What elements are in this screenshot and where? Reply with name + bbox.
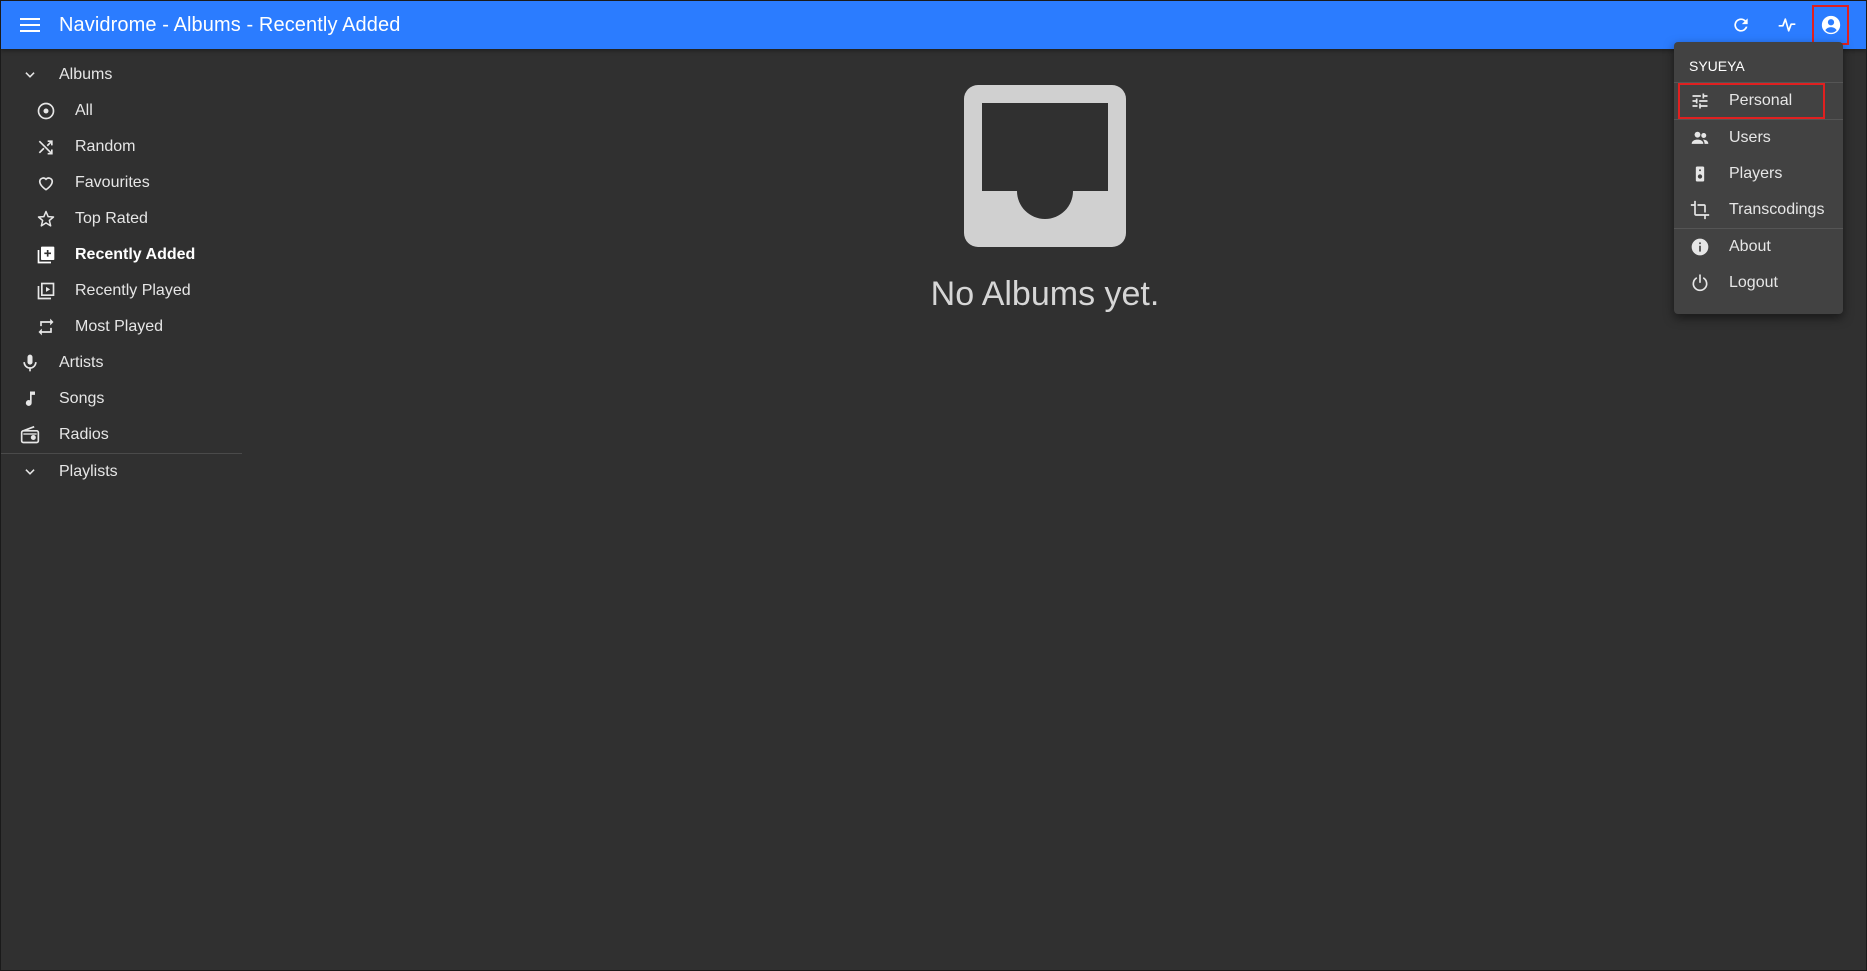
sidebar-item-label: Radios [59, 426, 109, 443]
people-icon [1691, 131, 1709, 144]
page-title: Navidrome - Albums - Recently Added [59, 13, 401, 36]
menu-item-personal[interactable]: Personal [1678, 83, 1825, 119]
repeat-icon [38, 318, 54, 336]
sidebar-item-label: Artists [59, 354, 104, 371]
sidebar-item-label: Top Rated [75, 210, 148, 227]
heart-outline-icon [38, 177, 54, 191]
speaker-icon [1695, 166, 1705, 182]
sidebar-item-radios[interactable]: Radios [1, 417, 242, 453]
sidebar-item-label: Recently Added [75, 246, 196, 263]
sidebar-item-label: Recently Played [75, 282, 191, 299]
crop-icon [1690, 200, 1710, 220]
sidebar-item-songs[interactable]: Songs [1, 381, 242, 417]
radio-icon [20, 425, 40, 444]
app-bar: Navidrome - Albums - Recently Added [1, 1, 1866, 49]
chevron-down-icon [25, 469, 35, 475]
sidebar-section-label: Playlists [59, 463, 118, 480]
sidebar-item-all[interactable]: All [1, 93, 242, 129]
sidebar-item-label: Songs [59, 390, 105, 407]
user-menu: SYUEYA Personal Users Players Transcodin… [1674, 42, 1843, 314]
album-icon [37, 102, 55, 120]
info-icon [1691, 238, 1709, 256]
sidebar-item-recently-played[interactable]: Recently Played [1, 273, 242, 309]
sidebar-item-label: Random [75, 138, 136, 155]
account-button[interactable] [1812, 5, 1849, 45]
activity-icon [1778, 18, 1796, 32]
menu-item-label: Logout [1729, 274, 1778, 291]
sidebar-item-label: All [75, 102, 93, 119]
sidebar: Albums All Random Favourites Top Rated R… [1, 57, 242, 490]
menu-button[interactable] [1, 1, 59, 49]
sidebar-item-label: Most Played [75, 318, 164, 335]
menu-item-players[interactable]: Players [1674, 156, 1843, 192]
sidebar-item-top-rated[interactable]: Top Rated [1, 201, 242, 237]
sidebar-item-label: Favourites [75, 174, 150, 191]
sidebar-item-most-played[interactable]: Most Played [1, 309, 242, 345]
library-add-icon [37, 246, 55, 264]
empty-state-message: No Albums yet. [930, 275, 1160, 313]
sidebar-section-playlists[interactable]: Playlists [1, 454, 242, 490]
video-library-icon [37, 282, 55, 300]
sidebar-item-artists[interactable]: Artists [1, 345, 242, 381]
sidebar-item-recently-added[interactable]: Recently Added [1, 237, 242, 273]
menu-item-label: Players [1729, 165, 1783, 182]
refresh-icon [1734, 18, 1748, 32]
account-circle-icon [1821, 15, 1840, 35]
menu-item-logout[interactable]: Logout [1674, 265, 1843, 301]
sidebar-item-random[interactable]: Random [1, 129, 242, 165]
sidebar-section-label: Albums [59, 66, 113, 83]
menu-icon [20, 18, 40, 32]
menu-item-users[interactable]: Users [1674, 120, 1843, 156]
tune-icon [1692, 93, 1708, 109]
app-window: Navidrome - Albums - Recently Added Albu… [0, 0, 1867, 971]
user-menu-username: SYUEYA [1689, 58, 1745, 74]
mic-icon [23, 354, 37, 372]
sidebar-item-favourites[interactable]: Favourites [1, 165, 242, 201]
menu-item-about[interactable]: About [1674, 229, 1843, 265]
empty-state-icon-wrapper [964, 85, 1126, 247]
menu-item-label: Transcodings [1729, 201, 1825, 218]
menu-item-label: Personal [1729, 92, 1793, 109]
inbox-icon [964, 85, 1126, 247]
power-icon [1692, 274, 1708, 292]
shuffle-icon [38, 140, 53, 155]
menu-item-label: Users [1729, 129, 1771, 146]
menu-item-label: About [1729, 238, 1771, 255]
music-note-icon [25, 391, 35, 406]
sidebar-section-albums[interactable]: Albums [1, 57, 242, 93]
chevron-down-icon [25, 72, 35, 78]
star-outline-icon [37, 210, 55, 227]
menu-item-transcodings[interactable]: Transcodings [1674, 192, 1843, 228]
